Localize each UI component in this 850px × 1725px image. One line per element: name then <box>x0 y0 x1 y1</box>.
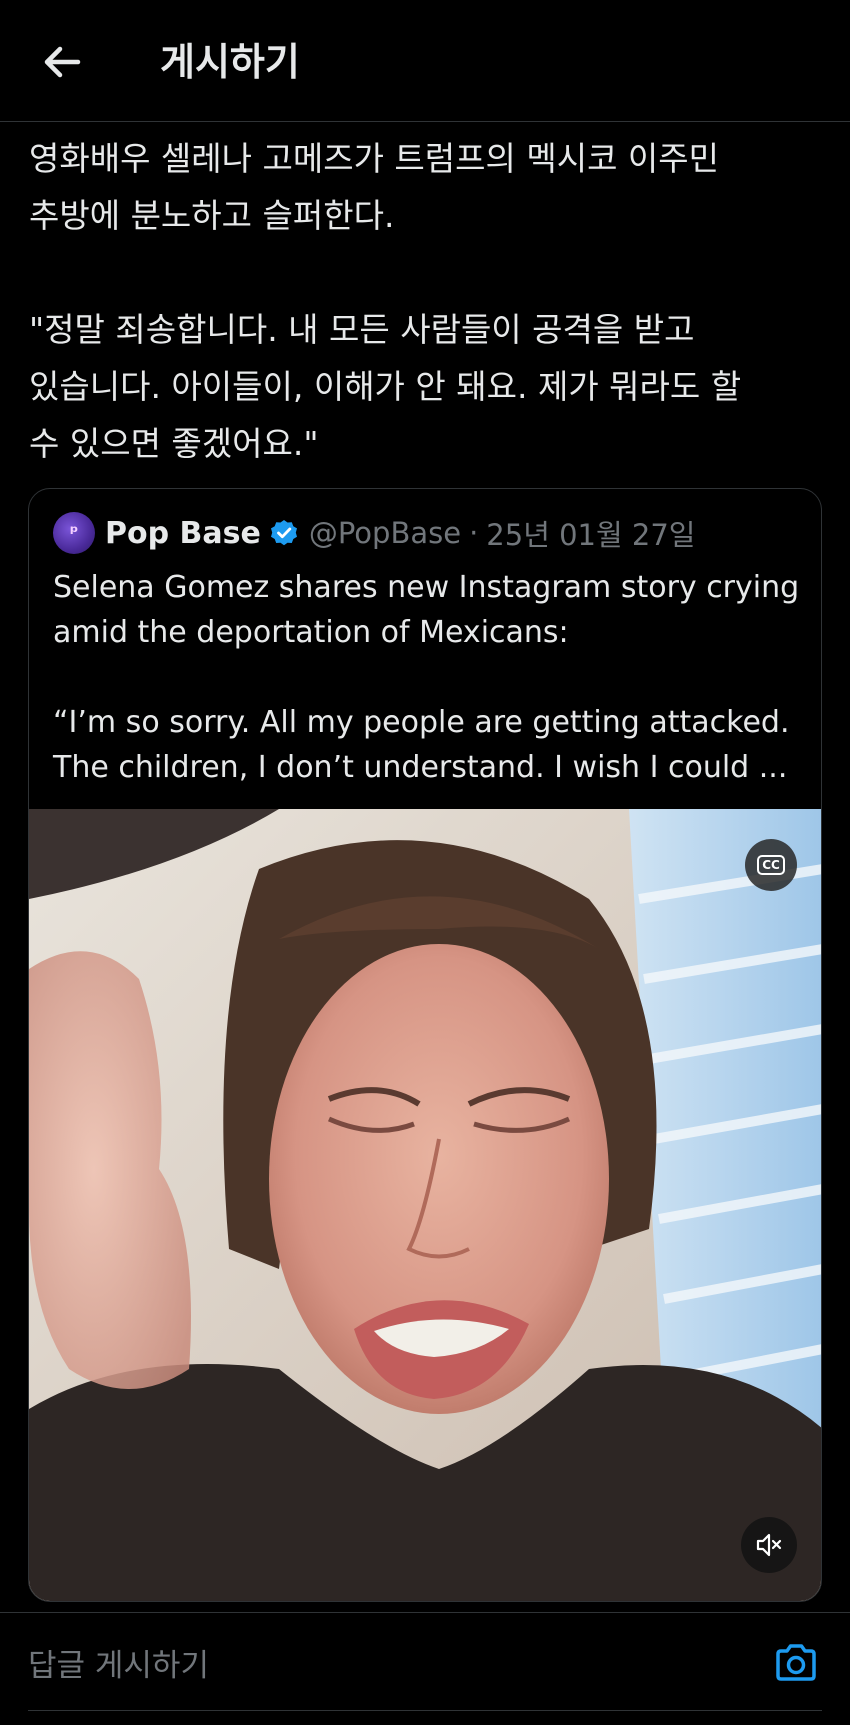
cc-label: CC <box>757 855 785 875</box>
video-frame <box>29 809 821 1601</box>
mute-button[interactable] <box>741 1517 797 1573</box>
captions-button[interactable]: CC <box>745 839 797 891</box>
arrow-left-icon <box>44 46 81 78</box>
avatar[interactable]: ᵖ <box>53 512 95 554</box>
quoted-post-text: Selena Gomez shares new Instagram story … <box>53 570 800 785</box>
divider <box>28 1710 822 1711</box>
quoted-author-handle: @PopBase <box>308 516 462 550</box>
top-bar: 게시하기 <box>0 0 850 122</box>
reply-input[interactable]: 답글 게시하기 <box>28 1641 728 1691</box>
camera-button[interactable] <box>772 1639 820 1687</box>
post-text: 영화배우 셀레나 고메즈가 트럼프의 멕시코 이주민 추방에 분노하고 슬퍼한다… <box>29 139 742 463</box>
video-player[interactable]: CC <box>29 809 821 1601</box>
quoted-post-card[interactable]: ᵖ Pop Base @PopBase · 25년 01월 27일 Selena… <box>28 488 822 1602</box>
verified-badge-icon <box>270 520 297 546</box>
reply-bar: 답글 게시하기 <box>0 1612 850 1725</box>
camera-icon <box>776 1644 816 1681</box>
separator-dot: · <box>469 516 479 550</box>
quoted-author-name[interactable]: Pop Base <box>105 516 261 551</box>
page-title: 게시하기 <box>160 40 300 84</box>
quoted-post-date: 25년 01월 27일 <box>486 518 696 552</box>
quoted-post-header: ᵖ Pop Base @PopBase · 25년 01월 27일 <box>53 511 695 555</box>
back-button[interactable] <box>38 38 86 86</box>
speaker-muted-icon <box>756 1533 782 1557</box>
